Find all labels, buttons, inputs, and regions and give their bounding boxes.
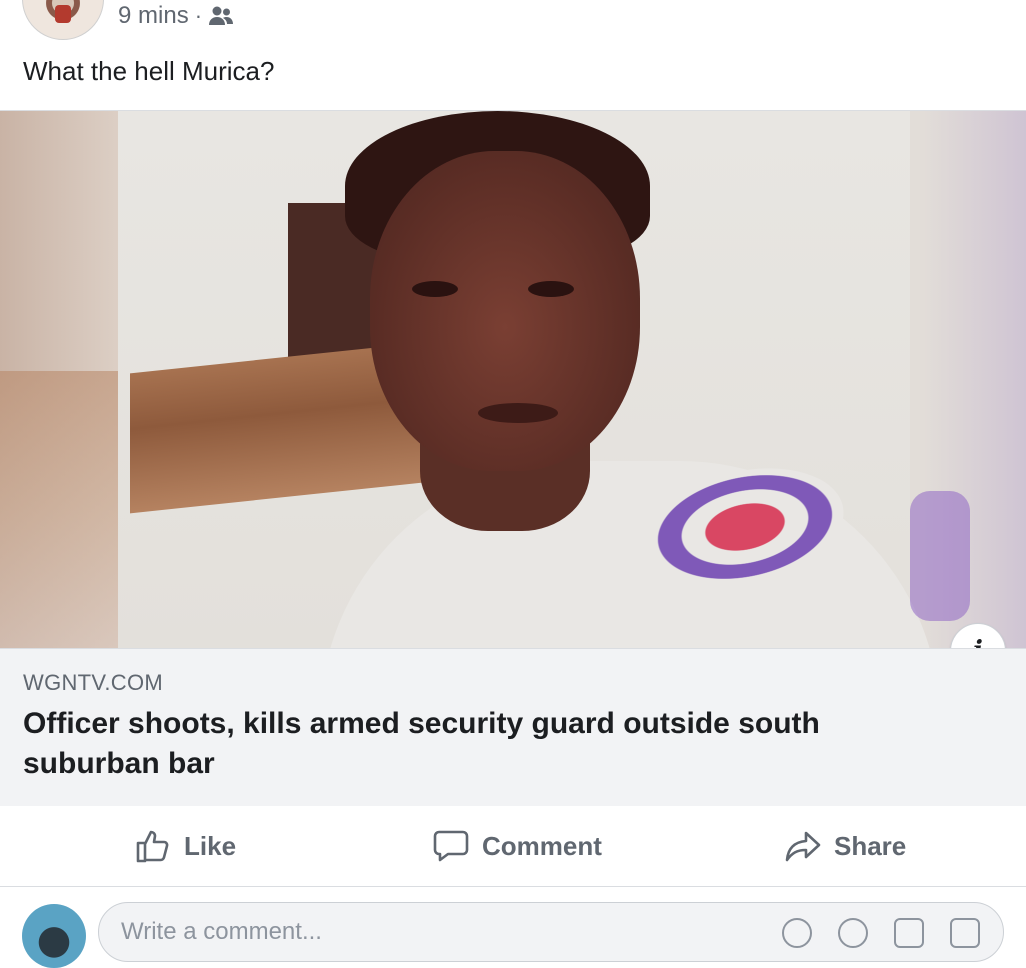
link-meta[interactable]: WGNTV.COM Officer shoots, kills armed se…: [0, 648, 1026, 806]
comment-composer: [0, 886, 1026, 968]
link-preview-image[interactable]: [0, 111, 1026, 648]
friends-icon[interactable]: [208, 5, 234, 27]
link-title[interactable]: Officer shoots, kills armed security gua…: [23, 704, 923, 784]
gif-icon[interactable]: [894, 918, 924, 948]
like-button[interactable]: Like: [134, 824, 236, 868]
image-blur-left: [0, 371, 118, 648]
comment-button[interactable]: Comment: [432, 824, 602, 868]
photo-mouth: [478, 403, 558, 423]
share-button[interactable]: Share: [784, 824, 906, 868]
share-arrow-icon: [785, 831, 821, 862]
post-actions-bar: Like Comment Share: [0, 804, 1026, 887]
post-meta: 9 mins ·: [118, 2, 234, 30]
speech-bubble-icon: [433, 830, 469, 862]
photo-eye-right: [528, 281, 574, 297]
current-user-avatar[interactable]: [22, 904, 86, 968]
emoji-icon[interactable]: [782, 918, 812, 948]
comment-input-icons: [782, 918, 980, 948]
photo-eye-left: [412, 281, 458, 297]
photo-face: [370, 151, 640, 471]
post-header: 9 mins ·: [0, 0, 1026, 40]
meta-separator: ·: [194, 3, 203, 28]
sticker-icon[interactable]: [950, 918, 980, 948]
image-blur-right: [910, 491, 970, 621]
comment-label: Comment: [482, 830, 602, 861]
thumbs-up-icon: [136, 830, 169, 863]
post-text: What the hell Murica?: [23, 56, 275, 86]
author-avatar[interactable]: [22, 0, 104, 40]
link-domain: WGNTV.COM: [23, 670, 163, 695]
share-label: Share: [834, 830, 907, 861]
like-label: Like: [184, 830, 237, 861]
link-preview-card[interactable]: i WGNTV.COM Officer shoots, kills armed …: [0, 110, 1026, 806]
post-timestamp[interactable]: 9 mins: [118, 2, 189, 30]
camera-icon[interactable]: [838, 918, 868, 948]
